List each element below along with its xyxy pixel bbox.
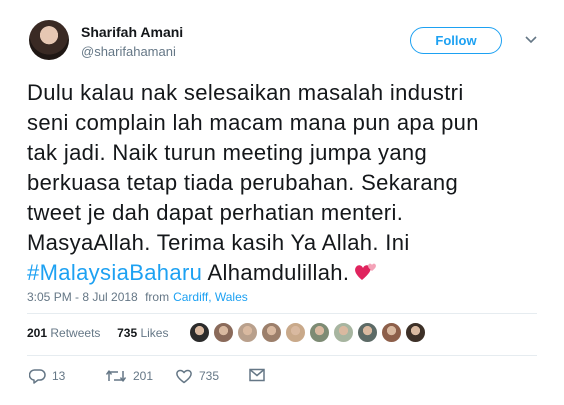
liker-avatar[interactable] (405, 322, 426, 343)
liker-avatar[interactable] (333, 322, 354, 343)
liker-avatar[interactable] (309, 322, 330, 343)
retweet-count: 201 (133, 369, 154, 383)
liker-avatar[interactable] (213, 322, 234, 343)
tweet-line: Dulu kalau nak selesaikan masalah indust… (27, 80, 464, 105)
retweet-icon (105, 368, 127, 384)
tweet-card: Sharifah Amani @sharifahamani Follow Dul… (0, 0, 564, 405)
hashtag-link[interactable]: #MalaysiaBaharu (27, 260, 202, 285)
divider (27, 355, 537, 356)
dm-button[interactable] (249, 368, 265, 382)
two-hearts-emoji (353, 259, 381, 291)
liker-avatars (189, 322, 429, 344)
user-name[interactable]: Sharifah Amani (81, 24, 183, 40)
like-count: 735 (199, 369, 220, 383)
liker-avatar[interactable] (285, 322, 306, 343)
likes-count[interactable]: 735 (117, 326, 137, 340)
tweet-last-line: #MalaysiaBaharu Alhamdulillah. (27, 258, 547, 291)
retweet-button[interactable]: 201 (105, 368, 153, 384)
user-handle[interactable]: @sharifahamani (81, 44, 176, 59)
liker-avatar[interactable] (357, 322, 378, 343)
dm-icon (249, 368, 265, 382)
likes-label[interactable]: Likes (140, 326, 168, 340)
follow-button[interactable]: Follow (410, 27, 502, 54)
tweet-meta: 3:05 PM - 8 Jul 2018 from Cardiff, Wales (27, 290, 248, 304)
liker-avatar[interactable] (237, 322, 258, 343)
tweet-line: tweet je dah dapat perhatian menteri. (27, 200, 404, 225)
reply-button[interactable]: 13 (29, 368, 65, 384)
retweets-label[interactable]: Retweets (50, 326, 100, 340)
tweet-line: tak jadi. Naik turun meeting jumpa yang (27, 140, 428, 165)
liker-avatar[interactable] (261, 322, 282, 343)
chevron-down-icon[interactable] (524, 33, 538, 47)
tweet-timestamp[interactable]: 3:05 PM - 8 Jul 2018 (27, 290, 138, 304)
retweets-count[interactable]: 201 (27, 326, 47, 340)
reply-count: 13 (52, 369, 66, 383)
like-button[interactable]: 735 (175, 368, 219, 384)
from-label: from (145, 290, 170, 304)
tweet-line: MasyaAllah. Terima kasih Ya Allah. Ini (27, 230, 410, 255)
liker-avatar[interactable] (189, 322, 210, 343)
liker-avatar[interactable] (381, 322, 402, 343)
divider (27, 313, 537, 314)
tweet-line: berkuasa tetap tiada perubahan. Sekarang (27, 170, 459, 195)
engagement-stats: 201 Retweets 735 Likes (27, 326, 168, 340)
tweet-text: Dulu kalau nak selesaikan masalah indust… (27, 78, 547, 291)
tweet-line: seni complain lah macam mana pun apa pun (27, 110, 479, 135)
avatar[interactable] (29, 20, 69, 60)
like-icon (175, 368, 193, 384)
tweet-closing-text: Alhamdulillah. (207, 260, 350, 285)
reply-icon (29, 368, 46, 384)
location-link[interactable]: Cardiff, Wales (173, 290, 248, 304)
